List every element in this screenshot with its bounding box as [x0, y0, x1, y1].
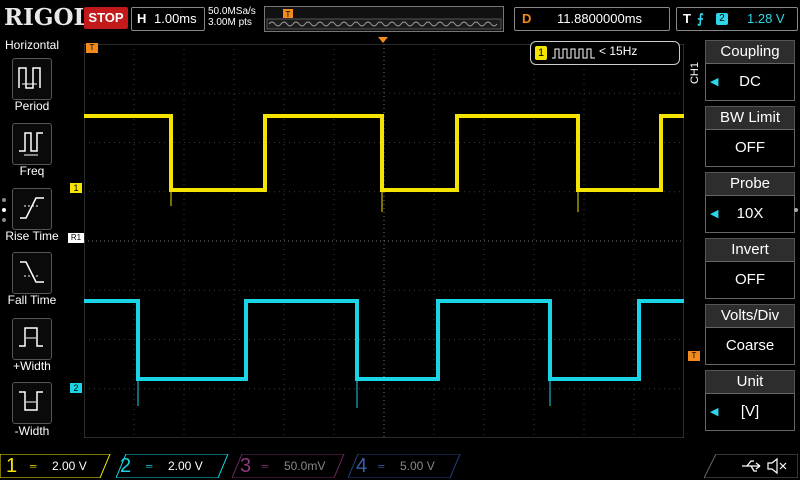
ch3-status[interactable]: 3 ═ 50.0mV — [232, 452, 346, 480]
rise-time-icon — [20, 197, 44, 219]
ch1-scale: 2.00 V — [52, 459, 87, 473]
ch1-status[interactable]: 1 ═ 2.00 V — [0, 452, 112, 480]
page-dot — [2, 218, 6, 222]
ch1-offset-marker[interactable]: 1 — [70, 183, 82, 193]
invert-menu-item[interactable]: Invert OFF — [705, 238, 795, 299]
dc-coupling-icon: ═ — [378, 461, 385, 471]
neg-width-icon — [19, 391, 43, 411]
left-arrow-icon: ◀ — [710, 406, 719, 418]
acquisition-info: 50.0MSa/s 3.00M pts — [208, 6, 256, 28]
measure-rise-time-button[interactable] — [12, 188, 52, 230]
volts-div-value: Coarse — [725, 337, 775, 354]
delay-value: 11.8800000ms — [557, 11, 643, 26]
run-stop-indicator[interactable]: STOP — [84, 7, 128, 29]
invert-title: Invert — [705, 238, 795, 261]
measure-freq-button[interactable] — [12, 123, 52, 165]
pulse-train-icon — [552, 48, 595, 59]
ch2-scale: 2.00 V — [168, 459, 203, 473]
bw-limit-menu-item[interactable]: BW Limit OFF — [705, 106, 795, 167]
speaker-muted-icon[interactable] — [766, 457, 788, 475]
timebase-prefix: H — [137, 11, 147, 26]
waveform-graticule — [83, 43, 685, 439]
volts-div-menu-item[interactable]: Volts/Div Coarse — [705, 304, 795, 365]
ch2-offset-marker[interactable]: 2 — [70, 383, 82, 393]
measure-period-button[interactable] — [12, 58, 52, 100]
measure-fall-time-button[interactable] — [12, 252, 52, 294]
system-icons — [704, 452, 798, 480]
unit-title: Unit — [705, 370, 795, 393]
channel-tag: CH1 — [689, 62, 701, 85]
probe-menu-item[interactable]: Probe ◀ 10X — [705, 172, 795, 233]
ch3-number: 3 — [240, 455, 252, 477]
page-dot-active — [2, 208, 6, 212]
delay-prefix: D — [522, 11, 532, 26]
left-arrow-icon: ◀ — [710, 208, 719, 220]
unit-menu-item[interactable]: Unit ◀ [V] — [705, 370, 795, 431]
timebase-scale: 1.00ms — [154, 11, 197, 26]
bw-limit-title: BW Limit — [705, 106, 795, 129]
page-dot — [2, 198, 6, 202]
period-label: Period — [14, 99, 50, 113]
ch4-number: 4 — [356, 455, 368, 477]
probe-title: Probe — [705, 172, 795, 195]
ch1-number: 1 — [6, 455, 18, 477]
page-dot — [794, 208, 798, 212]
menu-title: Horizontal — [4, 38, 60, 52]
svg-text:T: T — [286, 10, 291, 19]
pos-width-icon — [19, 327, 43, 347]
measurement-readout[interactable]: 1 < 15Hz — [530, 41, 680, 65]
measurement-value: < 15Hz — [599, 44, 638, 58]
ch4-scale: 5.00 V — [400, 459, 435, 473]
probe-value: 10X — [736, 205, 764, 222]
dc-coupling-icon: ═ — [146, 461, 153, 471]
invert-value: OFF — [735, 271, 765, 288]
trigger-source: 2 — [716, 13, 728, 25]
horizontal-measure-menu: Horizontal Period Freq Rise Time Fall Ti… — [0, 36, 64, 444]
trigger-level: 1.28 V — [747, 11, 785, 26]
usb-icon — [742, 460, 761, 472]
channel-menu: Coupling ◀ DC BW Limit OFF Probe ◀ 10X Inv… — [705, 40, 795, 438]
rising-edge-icon: ⨍ — [697, 11, 704, 26]
ref-marker: R1 — [68, 233, 84, 243]
trigger-marker: T — [86, 43, 98, 53]
ch4-status[interactable]: 4 ═ 5.00 V — [348, 452, 462, 480]
timebase-box[interactable]: H 1.00ms — [131, 7, 205, 31]
memory-overview-waveform: T — [266, 9, 502, 30]
memory-depth: 3.00M pts — [208, 17, 252, 28]
fall-time-icon — [20, 261, 44, 283]
top-status-bar: RIGOL STOP H 1.00ms 50.0MSa/s 3.00M pts … — [0, 0, 800, 36]
ch2-status[interactable]: 2 ═ 2.00 V — [116, 452, 230, 480]
fall-time-label: Fall Time — [7, 293, 57, 307]
coupling-title: Coupling — [705, 40, 795, 63]
coupling-menu-item[interactable]: Coupling ◀ DC — [705, 40, 795, 101]
trigger-prefix: T — [683, 11, 691, 26]
coupling-value: DC — [739, 73, 761, 90]
period-icon — [18, 67, 41, 89]
ch2-number: 2 — [120, 455, 132, 477]
bw-limit-value: OFF — [735, 139, 765, 156]
measure-pos-width-button[interactable] — [12, 318, 52, 360]
freq-icon — [19, 132, 43, 156]
measurement-channel: 1 — [535, 46, 547, 60]
channel-status-bar: 1 ═ 2.00 V 2 ═ 2.00 V 3 ═ 50.0mV 4 ═ 5.0… — [0, 452, 800, 480]
neg-width-label: -Width — [14, 424, 50, 438]
waveform-display[interactable] — [83, 43, 685, 439]
trigger-level-marker: T — [688, 351, 700, 361]
memory-overview-strip[interactable]: T — [264, 6, 504, 32]
unit-value: [V] — [740, 403, 760, 420]
rise-time-label: Rise Time — [5, 229, 59, 243]
measure-neg-width-button[interactable] — [12, 382, 52, 424]
brand-logo: RIGOL — [4, 4, 90, 31]
dc-coupling-icon: ═ — [30, 461, 37, 471]
pos-width-label: +Width — [13, 359, 51, 373]
sample-rate: 50.0MSa/s — [208, 6, 256, 17]
volts-div-title: Volts/Div — [705, 304, 795, 327]
left-arrow-icon: ◀ — [710, 76, 719, 88]
trigger-box[interactable]: T ⨍ 2 1.28 V — [676, 7, 798, 31]
trigger-position-icon — [378, 37, 388, 43]
delay-box[interactable]: D 11.8800000ms — [514, 7, 670, 31]
freq-label: Freq — [19, 164, 45, 178]
dc-coupling-icon: ═ — [262, 461, 269, 471]
ch3-scale: 50.0mV — [284, 459, 326, 473]
